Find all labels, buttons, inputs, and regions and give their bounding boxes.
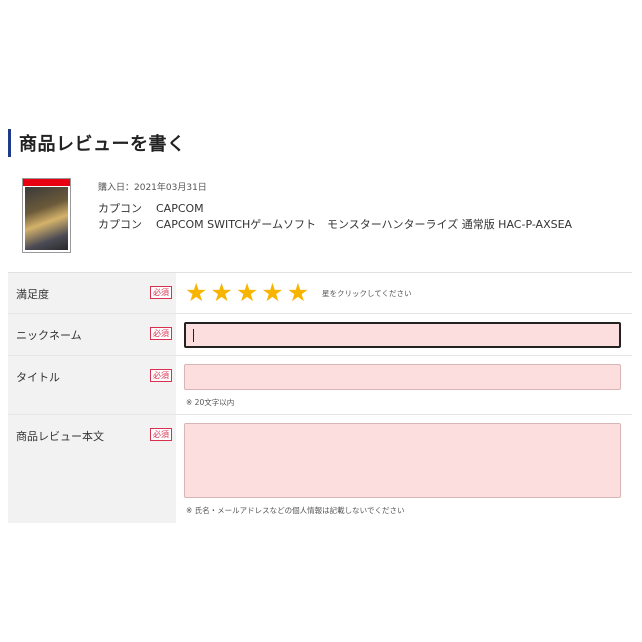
product-thumbnail [22,178,71,253]
nickname-row: ニックネーム 必須 [8,314,632,356]
rating-row: 満足度 必須 ★ ★ ★ ★ ★ 星をクリックしてください [8,273,632,314]
star-icon[interactable]: ★ [261,280,283,305]
text-caret [193,329,194,342]
maker-kana: カプコン [98,202,142,215]
star-icon[interactable]: ★ [236,280,258,305]
nickname-label: ニックネーム [16,329,82,342]
required-badge: 必須 [150,428,172,441]
title-input[interactable] [184,364,621,390]
product-cover-art [25,187,68,250]
body-label: 商品レビュー本文 [16,430,104,443]
star-icon[interactable]: ★ [210,280,232,305]
star-icon[interactable]: ★ [287,280,309,305]
star-icon[interactable]: ★ [185,280,207,305]
maker-name: CAPCOM [156,202,204,215]
maker-kana-2: カプコン [98,218,142,231]
title-note: ※ 20文字以内 [186,398,235,407]
title-row: タイトル 必須 ※ 20文字以内 [8,356,632,415]
review-body-textarea[interactable] [184,423,621,498]
title-label-cell: タイトル 必須 [8,356,176,414]
title-label: タイトル [16,371,60,384]
required-badge: 必須 [150,369,172,382]
rating-label-cell: 満足度 必須 [8,273,176,313]
page-title-bar: 商品レビューを書く [8,129,186,157]
rating-hint: 星をクリックしてください [322,289,412,298]
product-summary: 購入日：2021年03月31日 カプコン CAPCOM カプコン CAPCOM SW… [22,178,632,253]
page-title: 商品レビューを書く [19,134,186,155]
maker-line: カプコン CAPCOM [98,200,218,216]
required-badge: 必須 [150,327,172,340]
rating-label: 満足度 [16,288,49,301]
star-rating[interactable]: ★ ★ ★ ★ ★ [185,280,309,305]
body-label-cell: 商品レビュー本文 必須 [8,415,176,523]
switch-banner [23,179,70,186]
product-name-line: カプコン CAPCOM SWITCHゲームソフト モンスターハンターライズ 通常版… [98,216,586,232]
body-note: ※ 氏名・メールアドレスなどの個人情報は記載しないでください [186,506,405,515]
nickname-input[interactable] [184,322,621,348]
body-row: 商品レビュー本文 必須 ※ 氏名・メールアドレスなどの個人情報は記載しないでくだ… [8,415,632,523]
nickname-label-cell: ニックネーム 必須 [8,314,176,355]
product-name: CAPCOM SWITCHゲームソフト モンスターハンターライズ 通常版 HAC… [156,218,573,231]
required-badge: 必須 [150,286,172,299]
review-form: 満足度 必須 ★ ★ ★ ★ ★ 星をクリックしてください ニックネーム 必須 … [8,272,632,523]
purchase-date: 購入日：2021年03月31日 [98,183,207,193]
